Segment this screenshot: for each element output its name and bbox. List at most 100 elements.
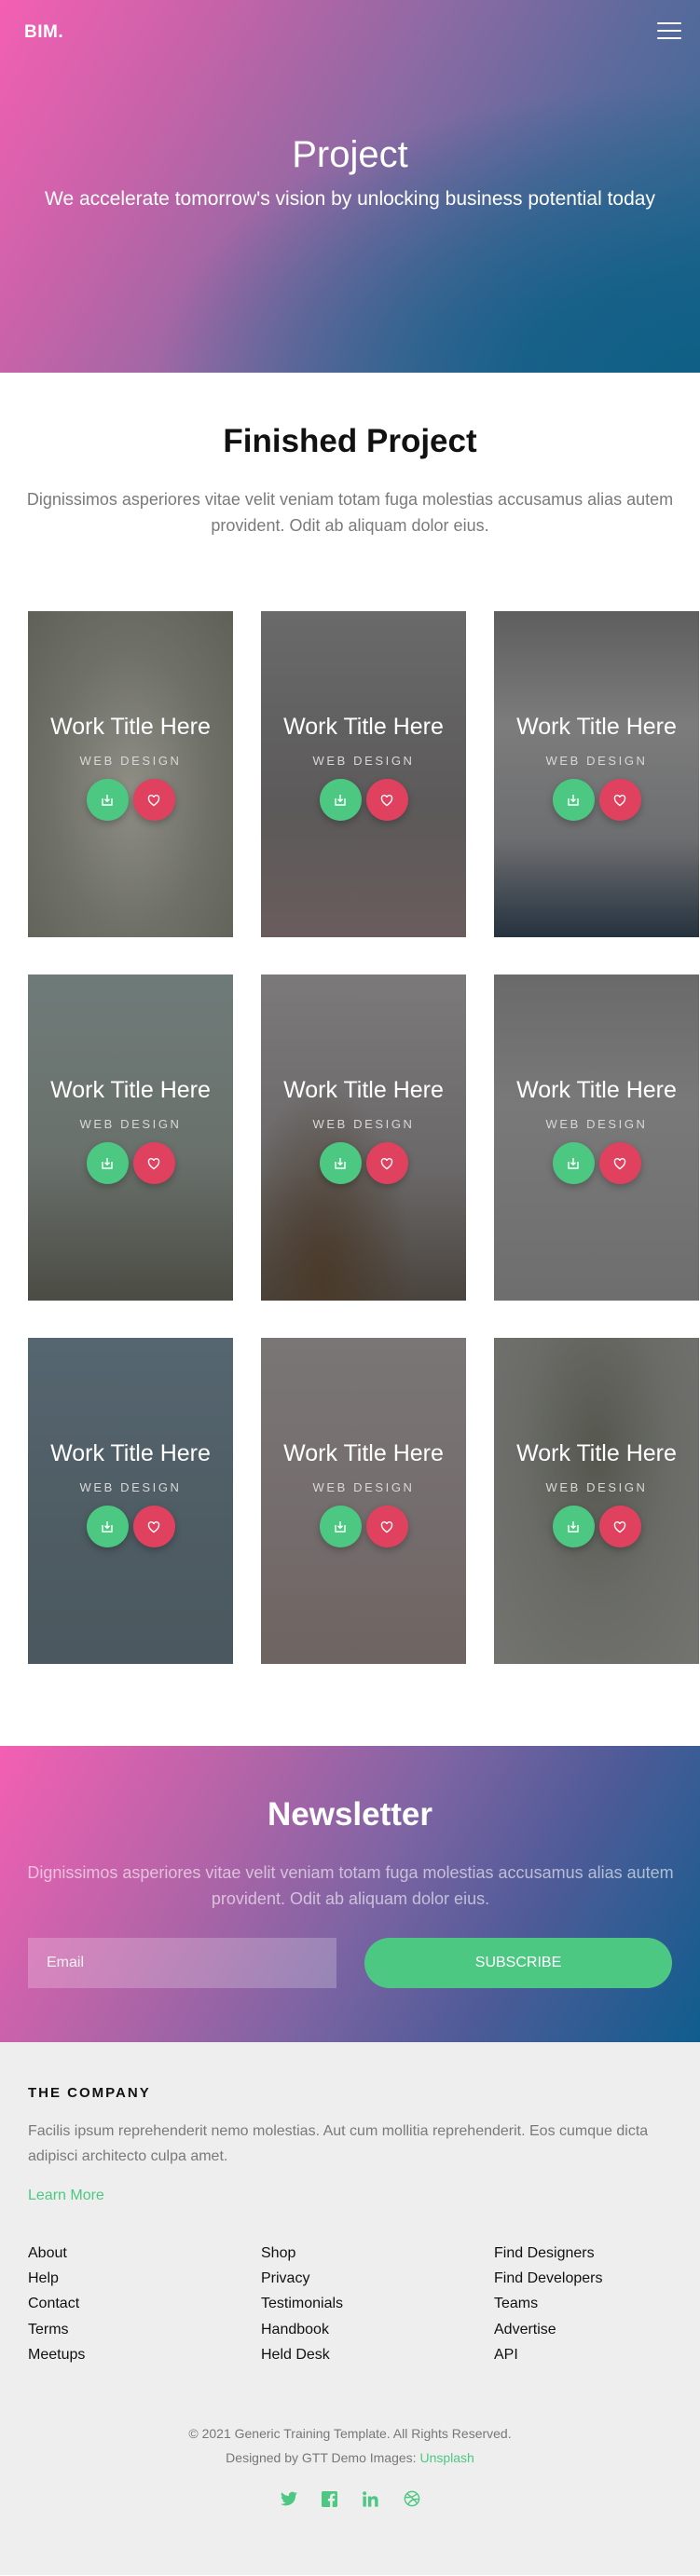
download-button[interactable] <box>552 779 595 821</box>
work-card[interactable]: Work Title Here WEB DESIGN <box>494 1338 699 1664</box>
dribbble-icon[interactable] <box>403 2489 421 2508</box>
download-icon <box>568 1520 579 1533</box>
page-subtitle: We accelerate tomorrow's vision by unloc… <box>45 188 655 210</box>
footer-link-held-desk[interactable]: Held Desk <box>261 2342 343 2367</box>
heart-icon <box>613 1157 626 1169</box>
social-links <box>0 2489 700 2508</box>
work-category: WEB DESIGN <box>312 1117 415 1131</box>
download-icon <box>102 1157 113 1169</box>
work-card[interactable]: Work Title Here WEB DESIGN <box>261 611 466 937</box>
footer-link-shop[interactable]: Shop <box>261 2241 343 2266</box>
download-button[interactable] <box>86 1142 129 1184</box>
download-icon <box>568 794 579 806</box>
like-button[interactable] <box>132 1142 175 1184</box>
footer-link-handbook[interactable]: Handbook <box>261 2317 343 2342</box>
work-category: WEB DESIGN <box>79 754 182 768</box>
download-button[interactable] <box>86 779 129 821</box>
footer-link-help[interactable]: Help <box>28 2266 85 2291</box>
footer-link-advertise[interactable]: Advertise <box>494 2317 603 2342</box>
download-icon <box>102 1520 113 1533</box>
logo[interactable]: BIM. <box>24 22 63 43</box>
footer-link-privacy[interactable]: Privacy <box>261 2266 343 2291</box>
download-button[interactable] <box>319 1506 362 1547</box>
work-title: Work Title Here <box>516 1077 677 1103</box>
like-button[interactable] <box>132 1506 175 1547</box>
footer-link-teams[interactable]: Teams <box>494 2291 603 2316</box>
designed-by: Designed by GTT Demo Images: Unsplash <box>0 2450 700 2465</box>
newsletter-title: Newsletter <box>267 1796 433 1833</box>
company-heading: THE COMPANY <box>28 2085 151 2101</box>
heart-icon <box>613 794 626 806</box>
linkedin-icon[interactable] <box>362 2489 380 2508</box>
footer-link-find-designers[interactable]: Find Designers <box>494 2241 603 2266</box>
download-button[interactable] <box>319 1142 362 1184</box>
subscribe-button[interactable]: SUBSCRIBE <box>364 1938 672 1988</box>
download-icon <box>335 1520 346 1533</box>
footer-link-about[interactable]: About <box>28 2241 85 2266</box>
footer-links-column: Find Designers Find Developers Teams Adv… <box>494 2241 603 2367</box>
download-icon <box>335 1157 346 1169</box>
work-title: Work Title Here <box>50 1077 211 1103</box>
footer: THE COMPANY Facilis ipsum reprehenderit … <box>0 2042 700 2575</box>
download-button[interactable] <box>552 1142 595 1184</box>
download-icon <box>335 794 346 806</box>
footer-links-column: About Help Contact Terms Meetups <box>28 2241 85 2367</box>
download-button[interactable] <box>319 779 362 821</box>
footer-link-contact[interactable]: Contact <box>28 2291 85 2316</box>
section-title: Finished Project <box>223 423 477 459</box>
work-category: WEB DESIGN <box>312 754 415 768</box>
work-category: WEB DESIGN <box>545 1480 648 1494</box>
facebook-icon[interactable] <box>321 2489 339 2508</box>
work-category: WEB DESIGN <box>79 1480 182 1494</box>
unsplash-link[interactable]: Unsplash <box>419 2450 474 2465</box>
footer-link-terms[interactable]: Terms <box>28 2317 85 2342</box>
work-title: Work Title Here <box>283 714 444 740</box>
work-category: WEB DESIGN <box>545 1117 648 1131</box>
heart-icon <box>147 1520 160 1533</box>
twitter-icon[interactable] <box>280 2489 298 2508</box>
work-title: Work Title Here <box>283 1077 444 1103</box>
like-button[interactable] <box>365 1142 408 1184</box>
work-card[interactable]: Work Title Here WEB DESIGN <box>261 1338 466 1664</box>
learn-more-link[interactable]: Learn More <box>28 2188 104 2204</box>
work-grid: Work Title Here WEB DESIGN Work Title He… <box>0 611 700 1664</box>
footer-link-meetups[interactable]: Meetups <box>28 2342 85 2367</box>
footer-link-api[interactable]: API <box>494 2342 603 2367</box>
work-card[interactable]: Work Title Here WEB DESIGN <box>28 975 233 1301</box>
footer-link-find-developers[interactable]: Find Developers <box>494 2266 603 2291</box>
like-button[interactable] <box>598 779 641 821</box>
work-card[interactable]: Work Title Here WEB DESIGN <box>28 611 233 937</box>
newsletter-section: Newsletter Dignissimos asperiores vitae … <box>0 1746 700 2042</box>
work-title: Work Title Here <box>283 1440 444 1466</box>
copyright: © 2021 Generic Training Template. All Ri… <box>188 2426 512 2441</box>
heart-icon <box>380 1520 393 1533</box>
heart-icon <box>380 1157 393 1169</box>
work-category: WEB DESIGN <box>79 1117 182 1131</box>
heart-icon <box>380 794 393 806</box>
work-title: Work Title Here <box>516 714 677 740</box>
like-button[interactable] <box>132 779 175 821</box>
work-card[interactable]: Work Title Here WEB DESIGN <box>494 611 699 937</box>
footer-link-testimonials[interactable]: Testimonials <box>261 2291 343 2316</box>
download-icon <box>102 794 113 806</box>
email-input[interactable] <box>28 1938 336 1988</box>
heart-icon <box>147 794 160 806</box>
work-category: WEB DESIGN <box>545 754 648 768</box>
newsletter-description: Dignissimos asperiores vitae velit venia… <box>27 1863 674 1908</box>
work-category: WEB DESIGN <box>312 1480 415 1494</box>
hamburger-menu-icon[interactable] <box>657 22 681 39</box>
download-button[interactable] <box>552 1506 595 1547</box>
hero-header: BIM. Project We accelerate tomorrow's vi… <box>0 0 700 373</box>
work-title: Work Title Here <box>516 1440 677 1466</box>
work-title: Work Title Here <box>50 1440 211 1466</box>
designed-by-text: Designed by GTT Demo Images: <box>226 2450 417 2465</box>
like-button[interactable] <box>598 1506 641 1547</box>
work-card[interactable]: Work Title Here WEB DESIGN <box>494 975 699 1301</box>
work-card[interactable]: Work Title Here WEB DESIGN <box>28 1338 233 1664</box>
like-button[interactable] <box>598 1142 641 1184</box>
work-card[interactable]: Work Title Here WEB DESIGN <box>261 975 466 1301</box>
download-button[interactable] <box>86 1506 129 1547</box>
like-button[interactable] <box>365 779 408 821</box>
like-button[interactable] <box>365 1506 408 1547</box>
heart-icon <box>147 1157 160 1169</box>
